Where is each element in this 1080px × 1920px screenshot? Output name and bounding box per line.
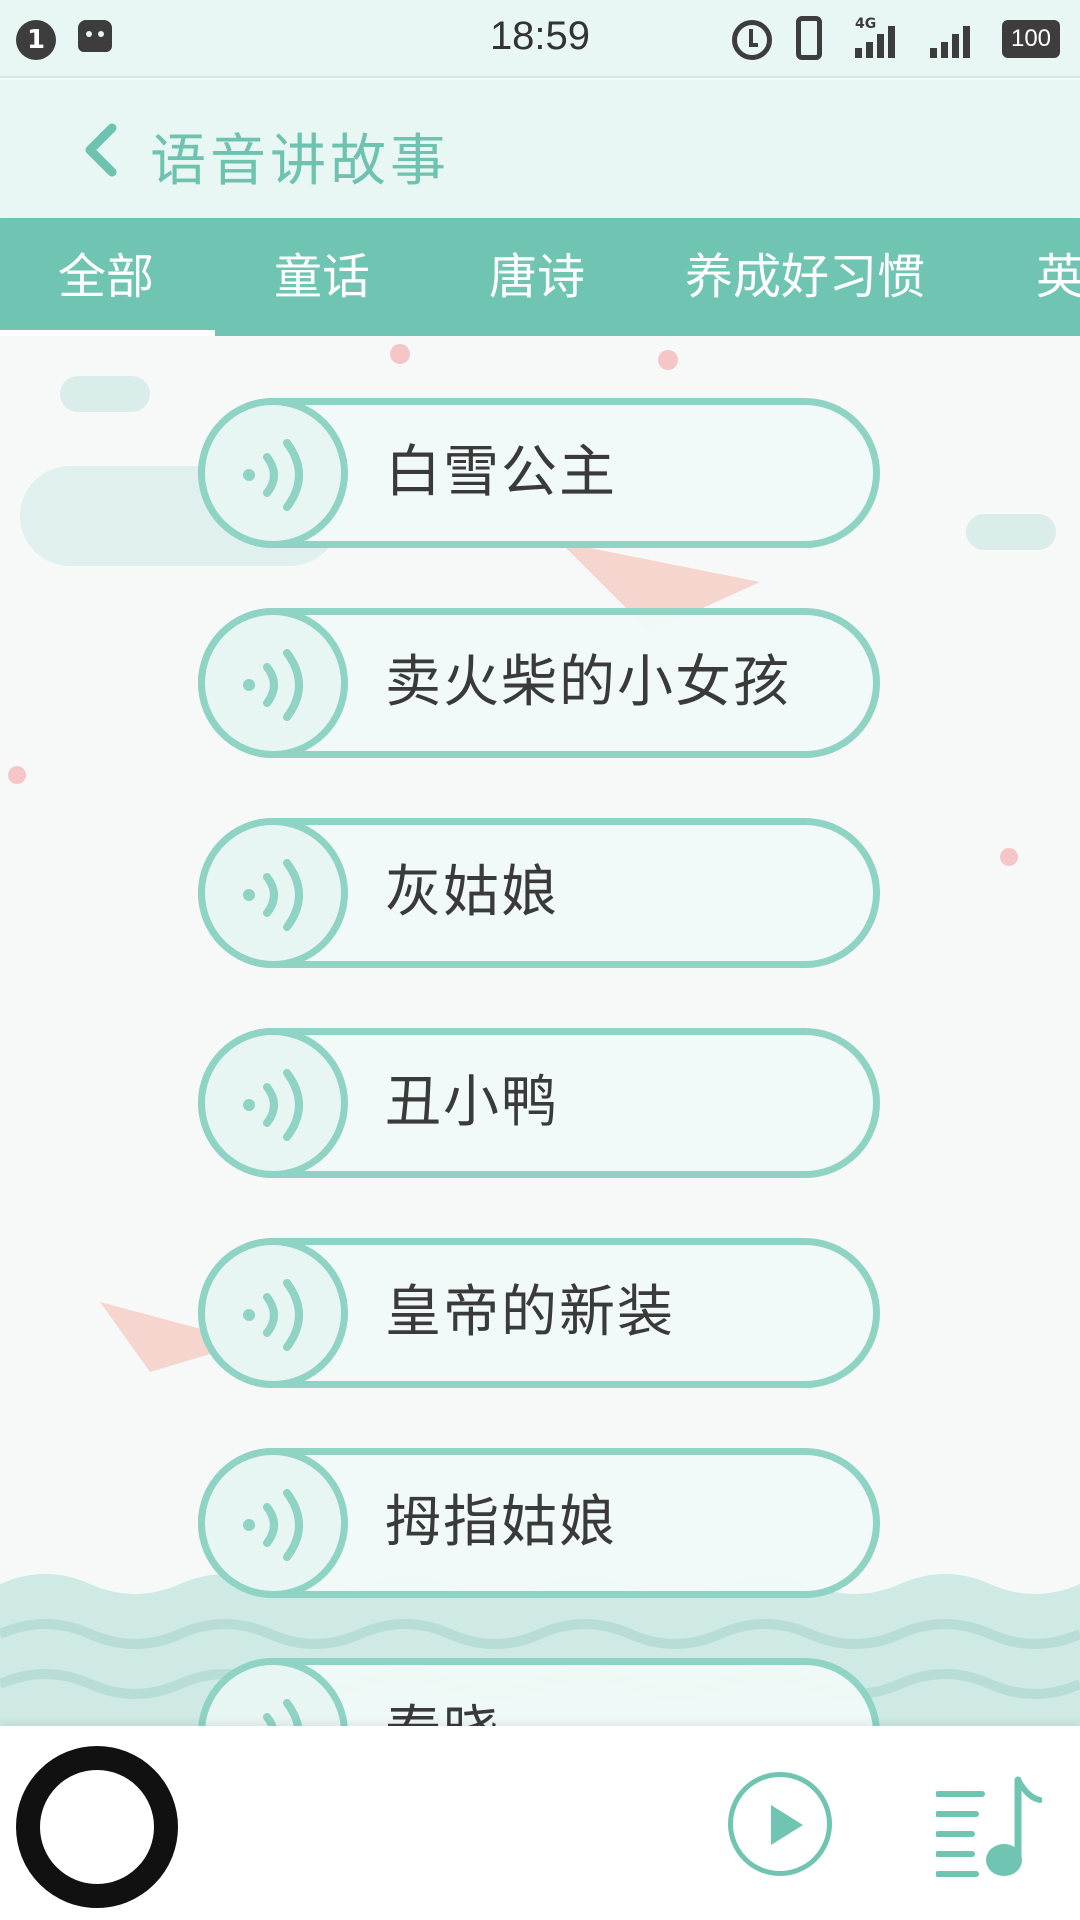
- sound-wave-icon: [198, 398, 348, 548]
- sound-wave-icon: [198, 1448, 348, 1598]
- vibrate-icon: [796, 16, 822, 60]
- play-button[interactable]: [728, 1772, 832, 1876]
- battery-icon: 100: [1002, 20, 1060, 58]
- story-list[interactable]: 白雪公主 卖火柴的小女孩 灰姑娘 丑小鸭 皇帝的新装 拇指姑娘: [0, 336, 1080, 1726]
- story-item[interactable]: 白雪公主: [198, 398, 880, 548]
- tab-english[interactable]: 英: [1036, 218, 1080, 336]
- story-title: 皇帝的新装: [385, 1280, 675, 1345]
- story-title: 拇指姑娘: [385, 1490, 617, 1555]
- story-item[interactable]: 拇指姑娘: [198, 1448, 880, 1598]
- dot-decoration: [8, 766, 26, 784]
- album-cover[interactable]: [16, 1746, 178, 1908]
- tab-fairy-tales[interactable]: 童话: [274, 218, 370, 336]
- story-title: 春晓: [385, 1665, 501, 1726]
- playlist-icon[interactable]: [936, 1776, 1042, 1880]
- sound-wave-icon: [198, 1238, 348, 1388]
- tab-tang-poems[interactable]: 唐诗: [489, 218, 585, 336]
- story-item[interactable]: 皇帝的新装: [198, 1238, 880, 1388]
- cloud-decoration: [60, 376, 150, 412]
- signal-sim2-icon: [855, 22, 895, 58]
- dot-decoration: [1000, 848, 1018, 866]
- story-title: 丑小鸭: [385, 1070, 559, 1135]
- dot-decoration: [658, 350, 678, 370]
- tab-all[interactable]: 全部: [58, 218, 154, 336]
- header: 语音讲故事: [0, 80, 1080, 218]
- cloud-decoration: [966, 514, 1056, 550]
- back-chevron-icon[interactable]: [78, 122, 128, 178]
- story-item[interactable]: 丑小鸭: [198, 1028, 880, 1178]
- category-tab-bar: 全部 童话 唐诗 养成好习惯 英: [0, 218, 1080, 336]
- sound-wave-icon: [198, 1028, 348, 1178]
- story-title: 灰姑娘: [385, 860, 559, 925]
- sound-wave-icon: [198, 818, 348, 968]
- alarm-icon: [732, 20, 772, 60]
- sound-wave-icon: [198, 608, 348, 758]
- status-time: 18:59: [489, 14, 591, 58]
- player-bar: [0, 1726, 1080, 1920]
- dot-decoration: [390, 344, 410, 364]
- story-item[interactable]: 灰姑娘: [198, 818, 880, 968]
- story-title: 白雪公主: [385, 440, 617, 505]
- tab-good-habits[interactable]: 养成好习惯: [685, 218, 925, 336]
- signal-sim1-icon: [930, 22, 970, 58]
- story-title: 卖火柴的小女孩: [385, 650, 791, 715]
- story-item[interactable]: 春晓: [198, 1658, 880, 1726]
- page-title: 语音讲故事: [150, 129, 450, 194]
- story-item[interactable]: 卖火柴的小女孩: [198, 608, 880, 758]
- status-bar: 1 18:59 4G 100: [0, 0, 1080, 78]
